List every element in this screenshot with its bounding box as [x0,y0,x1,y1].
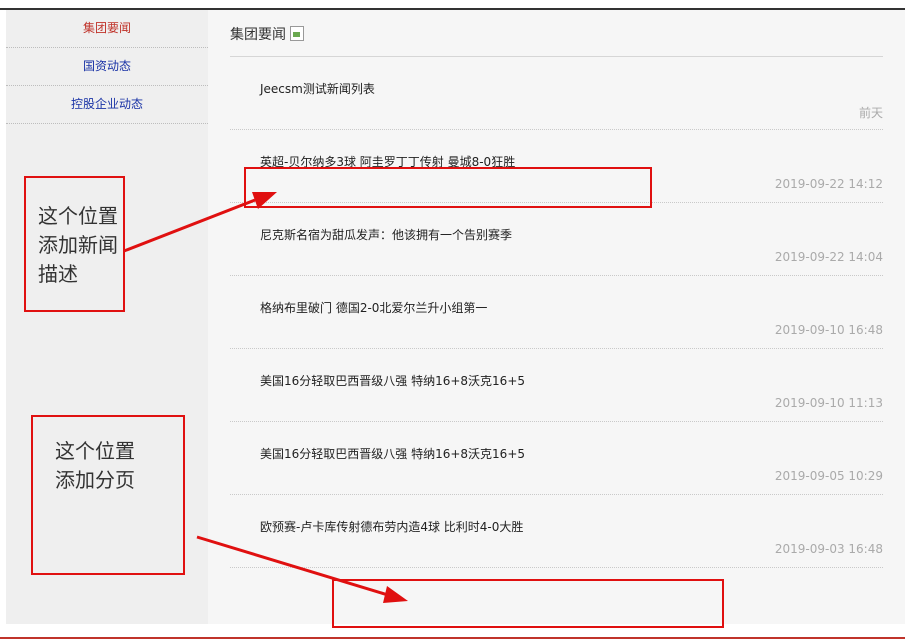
arrow-pagination [196,535,408,603]
arrow-description [123,192,277,253]
annotation-arrows [123,192,408,603]
